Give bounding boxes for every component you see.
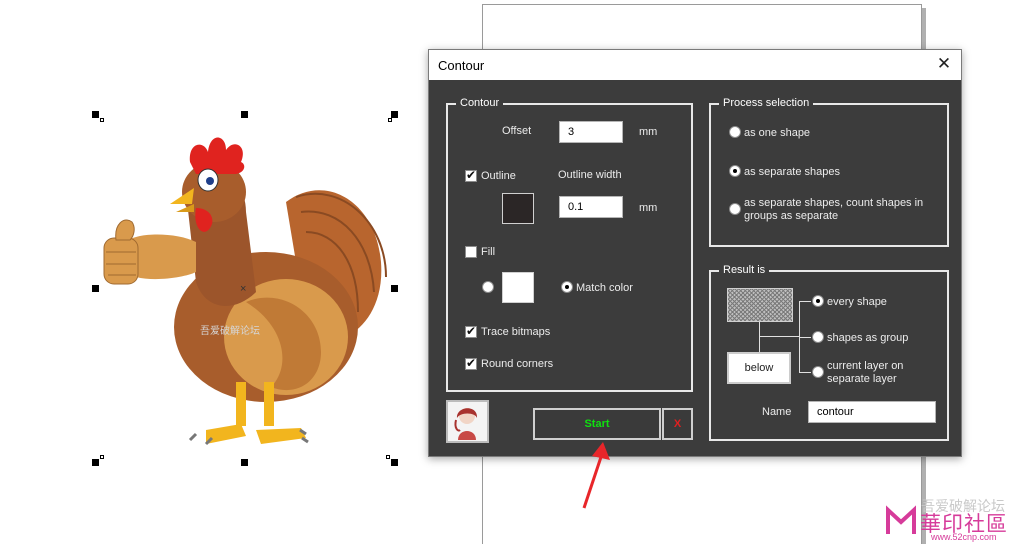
process-selection-legend: Process selection	[719, 96, 814, 110]
result-shapes-group-label: shapes as group	[827, 332, 909, 344]
process-separate-shapes-label: as separate shapes	[744, 166, 841, 178]
fill-color-swatch[interactable]	[502, 272, 534, 303]
name-input[interactable]: contour	[808, 401, 936, 423]
selection-handle[interactable]	[391, 459, 398, 466]
round-corners-label: Round corners	[481, 358, 554, 370]
brand-logo-icon	[886, 505, 916, 534]
contour-dialog: Contour ✕ Contour Offset 3 mm Outline Ou…	[428, 49, 962, 457]
watermark-url: www.52cnp.com	[931, 532, 997, 542]
woman-portrait-icon	[454, 408, 478, 440]
trace-bitmaps-checkbox[interactable]	[465, 324, 477, 338]
outline-width-input[interactable]: 0.1	[559, 196, 623, 218]
connector-line	[799, 372, 811, 373]
logo-button[interactable]	[446, 400, 489, 443]
trace-bitmaps-label: Trace bitmaps	[481, 326, 551, 338]
match-color-label: Match color	[576, 282, 633, 294]
artwork-watermark: 吾爱破解论坛	[200, 326, 260, 337]
selection-handle[interactable]	[92, 111, 99, 118]
connector-line	[799, 301, 811, 302]
process-count-groups-label: as separate shapes, count shapes in grou…	[744, 197, 924, 222]
connector-line	[759, 322, 760, 352]
center-marker-icon: ×	[240, 283, 247, 295]
process-count-groups-radio[interactable]	[729, 203, 741, 215]
result-shapes-group-radio[interactable]	[812, 331, 824, 343]
rotation-handle[interactable]	[100, 455, 104, 459]
contour-group-legend: Contour	[456, 96, 504, 110]
match-color-radio[interactable]	[561, 281, 573, 293]
outline-checkbox[interactable]	[465, 168, 477, 182]
connector-line	[759, 336, 799, 337]
result-separate-layer-label: current layer on separate layer	[827, 360, 904, 385]
offset-unit: mm	[639, 126, 658, 138]
close-icon[interactable]: ✕	[935, 54, 953, 74]
cancel-button[interactable]: X	[662, 408, 693, 440]
contour-preview-swatch	[727, 288, 793, 322]
rotation-handle[interactable]	[388, 118, 392, 122]
result-group-legend: Result is	[719, 263, 770, 277]
result-every-shape-radio[interactable]	[812, 295, 824, 307]
offset-label: Offset	[502, 125, 532, 137]
outline-color-swatch[interactable]	[502, 193, 534, 224]
selection-handle[interactable]	[241, 459, 248, 466]
outline-label: Outline	[481, 170, 516, 182]
below-button[interactable]: below	[727, 352, 791, 384]
selection-handle[interactable]	[92, 285, 99, 292]
offset-input[interactable]: 3	[559, 121, 623, 143]
canvas-workspace: 吾爱破解论坛 × Contour ✕ Contour Offset 3 mm O…	[0, 0, 1013, 544]
round-corners-checkbox[interactable]	[465, 356, 477, 370]
selection-handle[interactable]	[92, 459, 99, 466]
result-separate-layer-radio[interactable]	[812, 366, 824, 378]
outline-width-unit: mm	[639, 202, 658, 214]
process-one-shape-radio[interactable]	[729, 126, 741, 138]
watermark: 吾爱破解论坛 華印社區 www.52cnp.com	[878, 496, 1013, 544]
process-one-shape-label: as one shape	[744, 127, 811, 139]
selection-handle[interactable]	[391, 285, 398, 292]
selection-handle[interactable]	[391, 111, 398, 118]
fill-checkbox[interactable]	[465, 246, 477, 258]
fill-label: Fill	[481, 246, 496, 258]
rotation-handle[interactable]	[100, 118, 104, 122]
fill-color-radio[interactable]	[482, 281, 494, 293]
result-every-shape-label: every shape	[827, 296, 887, 308]
dialog-titlebar[interactable]: Contour ✕	[429, 50, 961, 80]
connector-line	[799, 337, 811, 338]
outline-width-label: Outline width	[558, 169, 622, 181]
process-separate-shapes-radio[interactable]	[729, 165, 741, 177]
annotation-arrow-icon	[582, 442, 610, 509]
name-label: Name	[762, 406, 792, 418]
rotation-handle[interactable]	[386, 455, 390, 459]
dialog-title: Contour	[438, 58, 485, 73]
selection-handle[interactable]	[241, 111, 248, 118]
